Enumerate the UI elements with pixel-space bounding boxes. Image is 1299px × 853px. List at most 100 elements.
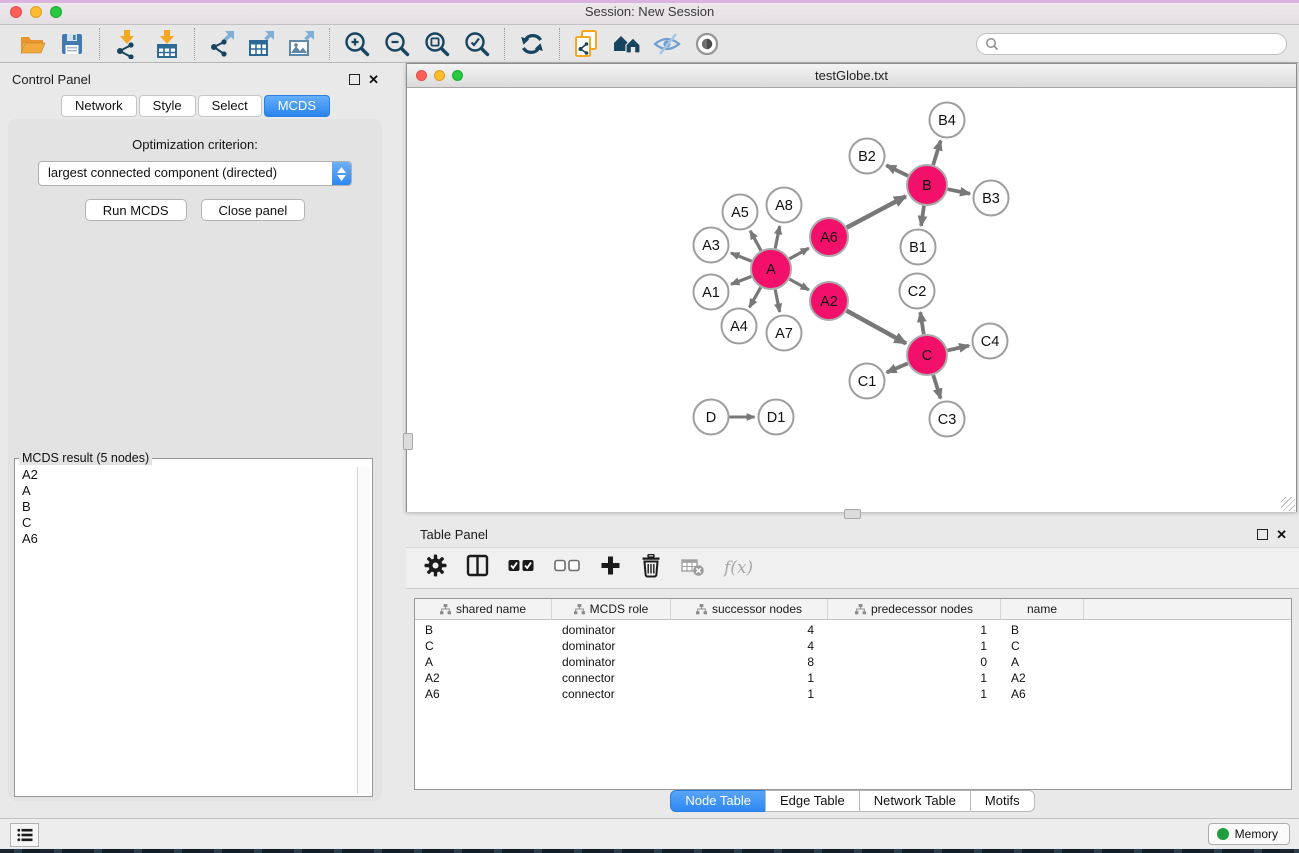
toggle-columns-button[interactable]: [466, 554, 489, 582]
import-network-button[interactable]: [107, 27, 147, 61]
graph-node-A1[interactable]: A1: [694, 275, 729, 310]
graph-node-A8[interactable]: A8: [767, 188, 802, 223]
mcds-result-list[interactable]: A2ABCA6: [15, 467, 358, 794]
graph-edge-A-A5[interactable]: [750, 231, 761, 251]
export-network-button[interactable]: [202, 27, 242, 61]
graph-edge-C-C2[interactable]: [920, 312, 923, 334]
table-cell-predecessor-nodes[interactable]: 1: [828, 671, 1001, 687]
run-mcds-button[interactable]: Run MCDS: [85, 199, 187, 221]
graph-node-B1[interactable]: B1: [901, 230, 936, 265]
new-network-from-selection-button[interactable]: [567, 27, 607, 61]
tab-network-table[interactable]: Network Table: [859, 790, 971, 812]
graph-node-D[interactable]: D: [694, 400, 729, 435]
refresh-layout-button[interactable]: [512, 27, 552, 61]
bottom-divider-handle[interactable]: [844, 509, 861, 519]
network-canvas[interactable]: B4B2BB3A8A5A6A3B1AA1C2A2A4A7C4CC1C3DD1: [407, 88, 1296, 512]
function-builder-button[interactable]: f(x): [724, 558, 753, 578]
table-cell-predecessor-nodes[interactable]: 1: [828, 639, 1001, 655]
mcds-result-item[interactable]: B: [15, 499, 358, 515]
export-image-button[interactable]: [282, 27, 322, 61]
window-resize-grip[interactable]: [1281, 497, 1295, 511]
table-row[interactable]: Adominator80A: [415, 655, 1291, 671]
table-row[interactable]: Bdominator41B: [415, 623, 1291, 639]
save-session-button[interactable]: [52, 27, 92, 61]
table-cell-predecessor-nodes[interactable]: 0: [828, 655, 1001, 671]
graph-edge-A-A8[interactable]: [775, 226, 780, 248]
mcds-result-item[interactable]: A2: [15, 467, 358, 483]
graph-node-C2[interactable]: C2: [900, 274, 935, 309]
delete-column-button[interactable]: [640, 554, 662, 583]
table-cell-name[interactable]: A6: [1001, 687, 1084, 703]
tab-node-table[interactable]: Node Table: [670, 790, 766, 812]
graph-edge-A2-C[interactable]: [847, 311, 906, 344]
float-table-panel-icon[interactable]: [1257, 529, 1268, 540]
graph-edge-A-A3[interactable]: [731, 253, 752, 261]
network-graph[interactable]: B4B2BB3A8A5A6A3B1AA1C2A2A4A7C4CC1C3DD1: [407, 88, 1296, 512]
table-cell-shared-name[interactable]: A2: [415, 671, 552, 687]
graph-edge-C-C1[interactable]: [887, 363, 908, 372]
graph-edge-A-A7[interactable]: [775, 290, 780, 312]
tab-select[interactable]: Select: [198, 95, 262, 117]
memory-button[interactable]: Memory: [1208, 823, 1290, 845]
graph-node-A2[interactable]: A2: [810, 282, 848, 320]
table-cell-predecessor-nodes[interactable]: 1: [828, 623, 1001, 639]
task-history-button[interactable]: [10, 823, 39, 847]
import-table-button[interactable]: [147, 27, 187, 61]
graph-edge-A-A6[interactable]: [789, 248, 808, 259]
table-cell-mcds-role[interactable]: dominator: [552, 623, 671, 639]
table-row[interactable]: Cdominator41C: [415, 639, 1291, 655]
left-divider-handle[interactable]: [403, 433, 413, 450]
graph-edge-A-A1[interactable]: [731, 277, 751, 285]
mcds-result-item[interactable]: A: [15, 483, 358, 499]
graph-node-C3[interactable]: C3: [930, 402, 965, 437]
export-table-button[interactable]: [242, 27, 282, 61]
table-cell-mcds-role[interactable]: connector: [552, 687, 671, 703]
delete-table-button[interactable]: [681, 555, 705, 582]
graph-node-A5[interactable]: A5: [723, 195, 758, 230]
graph-node-C4[interactable]: C4: [973, 324, 1008, 359]
table-cell-shared-name[interactable]: B: [415, 623, 552, 639]
column-header-shared-name[interactable]: shared name: [415, 599, 552, 619]
graph-node-A6[interactable]: A6: [810, 218, 848, 256]
criterion-select[interactable]: largest connected component (directed): [38, 161, 352, 186]
mcds-result-item[interactable]: A6: [15, 531, 358, 547]
table-cell-name[interactable]: A: [1001, 655, 1084, 671]
search-field[interactable]: [976, 33, 1287, 55]
graph-edge-B-B4[interactable]: [933, 141, 941, 165]
table-cell-shared-name[interactable]: A: [415, 655, 552, 671]
table-cell-successor-nodes[interactable]: 4: [671, 639, 828, 655]
table-cell-shared-name[interactable]: C: [415, 639, 552, 655]
graph-node-B4[interactable]: B4: [930, 103, 965, 138]
tab-network[interactable]: Network: [61, 95, 137, 117]
graph-node-A4[interactable]: A4: [722, 309, 757, 344]
zoom-out-button[interactable]: [377, 27, 417, 61]
mcds-list-scrollbar[interactable]: [357, 467, 370, 794]
table-cell-mcds-role[interactable]: dominator: [552, 639, 671, 655]
table-cell-shared-name[interactable]: A6: [415, 687, 552, 703]
graph-node-B3[interactable]: B3: [974, 181, 1009, 216]
tab-mcds[interactable]: MCDS: [264, 95, 330, 117]
graph-node-B[interactable]: B: [907, 165, 947, 205]
close-table-panel-icon[interactable]: ✕: [1276, 530, 1287, 540]
graph-node-A[interactable]: A: [751, 249, 791, 289]
table-settings-button[interactable]: [424, 554, 447, 582]
main-titlebar[interactable]: Session: New Session: [0, 0, 1299, 25]
graph-edge-B-B2[interactable]: [886, 165, 908, 176]
graph-node-C[interactable]: C: [907, 335, 947, 375]
table-cell-predecessor-nodes[interactable]: 1: [828, 687, 1001, 703]
graph-node-A7[interactable]: A7: [767, 316, 802, 351]
float-panel-icon[interactable]: [349, 74, 360, 85]
select-all-checkboxes-button[interactable]: [508, 559, 535, 577]
tab-style[interactable]: Style: [139, 95, 196, 117]
hide-selected-button[interactable]: [647, 27, 687, 61]
graph-node-D1[interactable]: D1: [759, 400, 794, 435]
table-cell-mcds-role[interactable]: connector: [552, 671, 671, 687]
table-cell-successor-nodes[interactable]: 8: [671, 655, 828, 671]
close-panel-icon[interactable]: ✕: [368, 75, 379, 85]
column-header-name[interactable]: name: [1001, 599, 1084, 619]
zoom-in-button[interactable]: [337, 27, 377, 61]
table-cell-successor-nodes[interactable]: 1: [671, 671, 828, 687]
zoom-fit-button[interactable]: [417, 27, 457, 61]
table-cell-mcds-role[interactable]: dominator: [552, 655, 671, 671]
add-column-button[interactable]: [600, 555, 621, 581]
